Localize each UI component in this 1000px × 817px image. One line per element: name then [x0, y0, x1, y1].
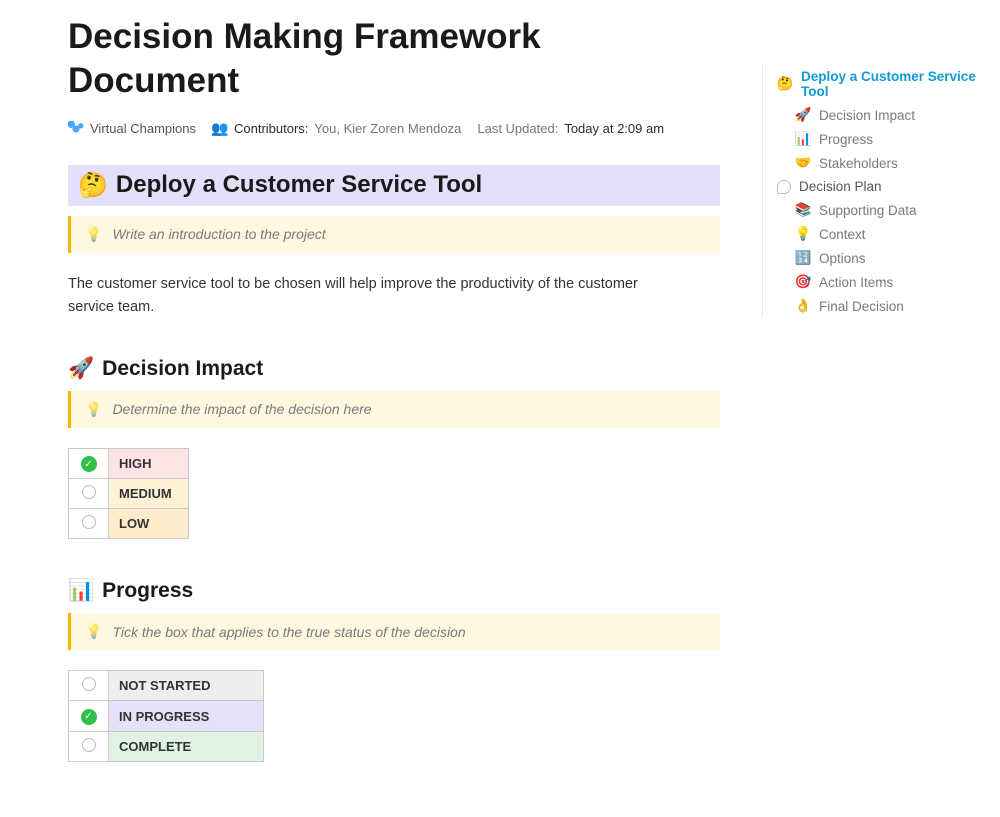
updated-meta: Last Updated: Today at 2:09 am: [477, 121, 664, 136]
page-title: Decision Making Framework Document: [68, 15, 720, 103]
section-progress-heading[interactable]: 📊 Progress: [68, 579, 720, 603]
outline-item[interactable]: 🤝 Stakeholders: [777, 151, 982, 175]
contributors-value: You, Kier Zoren Mendoza: [314, 121, 461, 136]
bulb-icon: 💡: [85, 226, 102, 243]
empty-circle-icon[interactable]: [82, 515, 96, 529]
progress-label: IN PROGRESS: [109, 701, 264, 732]
thinking-icon: 🤔: [78, 171, 108, 200]
outline-item[interactable]: 📚 Supporting Data: [777, 198, 982, 222]
outline-emoji-icon: 🚀: [795, 107, 811, 123]
outline-item[interactable]: 💡 Context: [777, 222, 982, 246]
contributors-label: Contributors:: [234, 121, 308, 136]
callout-impact[interactable]: 💡 Determine the impact of the decision h…: [68, 391, 720, 428]
outline-emoji-icon: 🤝: [795, 155, 811, 171]
intro-body[interactable]: The customer service tool to be chosen w…: [68, 273, 678, 319]
sparkle-icon: [68, 121, 84, 137]
outline-label: Options: [819, 251, 866, 266]
impact-check-cell[interactable]: [69, 509, 109, 539]
impact-label: MEDIUM: [109, 479, 189, 509]
section-impact-title: Decision Impact: [102, 357, 263, 381]
table-row[interactable]: ✓ HIGH: [69, 448, 189, 479]
rocket-icon: 🚀: [68, 357, 94, 381]
empty-circle-icon[interactable]: [82, 485, 96, 499]
impact-table: ✓ HIGH MEDIUM LOW: [68, 448, 189, 540]
people-icon: 👥: [212, 121, 228, 137]
outline-label: Action Items: [819, 275, 893, 290]
chart-icon: 📊: [68, 579, 94, 603]
outline-item[interactable]: 🤔 Deploy a Customer Service Tool: [777, 65, 982, 103]
callout-impact-text: Determine the impact of the decision her…: [112, 401, 371, 417]
impact-label: HIGH: [109, 448, 189, 479]
contributors-meta[interactable]: 👥 Contributors: You, Kier Zoren Mendoza: [212, 121, 461, 137]
table-row[interactable]: MEDIUM: [69, 479, 189, 509]
empty-circle-icon[interactable]: [82, 738, 96, 752]
section-deploy-heading[interactable]: 🤔 Deploy a Customer Service Tool: [68, 165, 720, 206]
bulb-icon: 💡: [85, 623, 102, 640]
outline-label: Progress: [819, 132, 873, 147]
progress-check-cell[interactable]: [69, 731, 109, 761]
outline-label: Supporting Data: [819, 203, 917, 218]
updated-label: Last Updated:: [477, 121, 558, 136]
progress-table: NOT STARTED ✓ IN PROGRESS COMPLETE: [68, 670, 264, 762]
section-impact-heading[interactable]: 🚀 Decision Impact: [68, 357, 720, 381]
table-row[interactable]: ✓ IN PROGRESS: [69, 701, 264, 732]
outline-emoji-icon: 📊: [795, 131, 811, 147]
outline-emoji-icon: 👌: [795, 298, 811, 314]
updated-value: Today at 2:09 am: [564, 121, 664, 136]
outline-emoji-icon: 🎯: [795, 274, 811, 290]
section-deploy-title: Deploy a Customer Service Tool: [116, 171, 482, 199]
impact-label: LOW: [109, 509, 189, 539]
callout-progress-text: Tick the box that applies to the true st…: [112, 624, 465, 640]
section-progress-title: Progress: [102, 579, 193, 603]
progress-check-cell[interactable]: [69, 671, 109, 701]
table-row[interactable]: NOT STARTED: [69, 671, 264, 701]
outline-emoji-icon: 💡: [795, 226, 811, 242]
outline-item[interactable]: 🚀 Decision Impact: [777, 103, 982, 127]
outline-label: Decision Plan: [799, 179, 882, 194]
outline-panel: 🤔 Deploy a Customer Service Tool 🚀 Decisio…: [762, 65, 982, 318]
document-main: Decision Making Framework Document Virtu…: [0, 0, 720, 762]
outline-item[interactable]: 📊 Progress: [777, 127, 982, 151]
outline-label: Deploy a Customer Service Tool: [801, 69, 982, 99]
progress-check-cell[interactable]: ✓: [69, 701, 109, 732]
table-row[interactable]: COMPLETE: [69, 731, 264, 761]
meta-row: Virtual Champions 👥 Contributors: You, K…: [68, 121, 720, 137]
progress-label: NOT STARTED: [109, 671, 264, 701]
impact-check-cell[interactable]: [69, 479, 109, 509]
speech-icon: [777, 180, 791, 194]
bulb-icon: 💡: [85, 401, 102, 418]
check-circle-icon[interactable]: ✓: [81, 456, 97, 472]
outline-item[interactable]: 🔢 Options: [777, 246, 982, 270]
team-meta[interactable]: Virtual Champions: [68, 121, 196, 137]
outline-label: Decision Impact: [819, 108, 915, 123]
callout-intro[interactable]: 💡 Write an introduction to the project: [68, 216, 720, 253]
check-circle-icon[interactable]: ✓: [81, 709, 97, 725]
impact-check-cell[interactable]: ✓: [69, 448, 109, 479]
callout-progress[interactable]: 💡 Tick the box that applies to the true …: [68, 613, 720, 650]
team-name: Virtual Champions: [90, 121, 196, 136]
outline-label: Context: [819, 227, 866, 242]
outline-emoji-icon: 📚: [795, 202, 811, 218]
empty-circle-icon[interactable]: [82, 677, 96, 691]
outline-label: Final Decision: [819, 299, 904, 314]
outline-emoji-icon: 🔢: [795, 250, 811, 266]
progress-label: COMPLETE: [109, 731, 264, 761]
outline-item[interactable]: 👌 Final Decision: [777, 294, 982, 318]
table-row[interactable]: LOW: [69, 509, 189, 539]
outline-item[interactable]: 🎯 Action Items: [777, 270, 982, 294]
outline-label: Stakeholders: [819, 156, 898, 171]
outline-item[interactable]: Decision Plan: [777, 175, 982, 198]
outline-emoji-icon: 🤔: [777, 76, 793, 92]
callout-intro-text: Write an introduction to the project: [112, 226, 325, 242]
